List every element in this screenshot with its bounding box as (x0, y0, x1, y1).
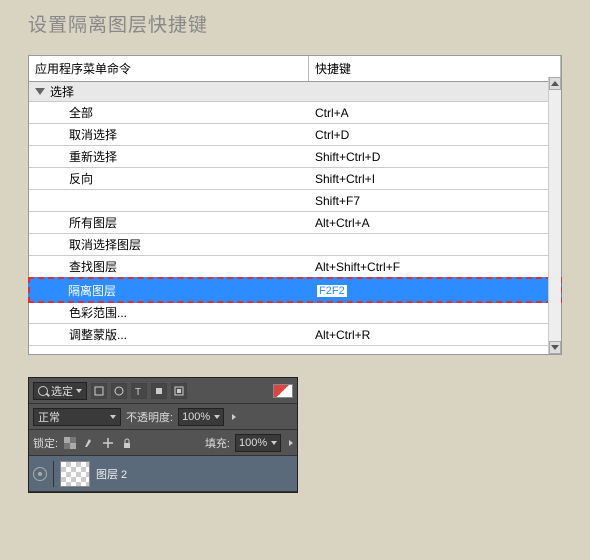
cmd-label: 重新选择 (29, 148, 309, 165)
table-row[interactable]: 反向Shift+Ctrl+I (29, 168, 561, 190)
layers-blend-row: 正常 不透明度: 100% (29, 404, 297, 430)
cmd-label: 反向 (29, 170, 309, 187)
shortcut-table: 应用程序菜单命令 快捷键 选择 全部Ctrl+A 取消选择Ctrl+D 重新选择… (28, 55, 562, 355)
scroll-up-icon[interactable] (549, 77, 561, 90)
cmd-key: Alt+Shift+Ctrl+F (309, 260, 561, 274)
opacity-value: 100% (182, 411, 210, 423)
table-row[interactable]: 调整蒙版...Alt+Ctrl+R (29, 324, 561, 346)
layers-lock-row: 锁定: 填充: 100% (29, 430, 297, 456)
filter-type-icon[interactable]: T (131, 383, 147, 399)
table-row[interactable]: 重新选择Shift+Ctrl+D (29, 146, 561, 168)
layer-thumbnail[interactable] (60, 461, 90, 487)
table-row[interactable]: 取消选择图层 (29, 234, 561, 256)
section-select[interactable]: 选择 (29, 82, 561, 102)
cmd-key-edit: F2 (310, 283, 560, 297)
cmd-key: Shift+Ctrl+I (309, 172, 561, 186)
filter-adjust-icon[interactable] (111, 383, 127, 399)
header-shortcut: 快捷键 (309, 56, 561, 81)
dialog-title: 设置隔离图层快捷键 (0, 0, 590, 55)
scroll-down-icon[interactable] (549, 341, 561, 354)
lock-transparency-icon[interactable] (63, 436, 77, 450)
cmd-label: 调整蒙版... (29, 326, 309, 343)
collapse-icon (35, 88, 45, 95)
fill-label: 填充: (205, 435, 230, 451)
lock-move-icon[interactable] (101, 436, 115, 450)
layer-row[interactable]: 图层 2 (29, 456, 297, 492)
lock-paint-icon[interactable] (82, 436, 96, 450)
cmd-label: 取消选择图层 (29, 236, 309, 253)
table-row[interactable]: 全部Ctrl+A (29, 102, 561, 124)
header-command: 应用程序菜单命令 (29, 56, 309, 81)
chevron-down-icon (110, 415, 116, 419)
cmd-key: Alt+Ctrl+A (309, 216, 561, 230)
table-row[interactable]: 所有图层Alt+Ctrl+A (29, 212, 561, 234)
filter-label: 选定 (51, 383, 73, 399)
cmd-label: 全部 (29, 104, 309, 121)
cmd-label: 隔离图层 (30, 282, 310, 299)
table-row[interactable]: 色彩范围... (29, 302, 561, 324)
table-header: 应用程序菜单命令 快捷键 (29, 56, 561, 82)
cmd-label: 取消选择 (29, 126, 309, 143)
scrollbar[interactable] (548, 77, 561, 354)
scrubby-icon[interactable] (289, 440, 293, 446)
cmd-label: 查找图层 (29, 258, 309, 275)
cmd-key: Ctrl+A (309, 106, 561, 120)
layers-panel: 选定 T 正常 不透明度: 100% 锁定: 填充: 100% (28, 377, 298, 493)
filter-pixel-icon[interactable] (91, 383, 107, 399)
visibility-icon[interactable] (33, 467, 47, 481)
cmd-label: 所有图层 (29, 214, 309, 231)
shortcut-input[interactable]: F2 (316, 284, 348, 298)
blend-label: 正常 (38, 409, 60, 425)
cmd-key: Ctrl+D (309, 128, 561, 142)
chevron-down-icon (76, 389, 82, 393)
filter-smart-icon[interactable] (171, 383, 187, 399)
opacity-label: 不透明度: (126, 409, 173, 425)
layers-filter-row: 选定 T (29, 378, 297, 404)
lock-all-icon[interactable] (120, 436, 134, 450)
filter-type-dropdown[interactable]: 选定 (33, 382, 87, 400)
scrubby-icon[interactable] (232, 414, 236, 420)
chevron-down-icon (271, 441, 277, 445)
opacity-input[interactable]: 100% (178, 408, 224, 426)
cmd-key: Shift+F7 (309, 194, 561, 208)
table-row[interactable]: Shift+F7 (29, 190, 561, 212)
search-icon (38, 386, 48, 396)
table-row[interactable]: 取消选择Ctrl+D (29, 124, 561, 146)
fill-input[interactable]: 100% (235, 434, 281, 452)
filter-toggle[interactable] (273, 384, 293, 398)
filter-shape-icon[interactable] (151, 383, 167, 399)
svg-text:T: T (135, 387, 141, 396)
table-row[interactable]: 查找图层Alt+Shift+Ctrl+F (29, 256, 561, 278)
layer-name[interactable]: 图层 2 (96, 466, 127, 482)
cmd-key: Alt+Ctrl+R (309, 328, 561, 342)
chevron-down-icon (214, 415, 220, 419)
table-row-selected[interactable]: 隔离图层 F2 (28, 277, 562, 303)
cmd-key: Shift+Ctrl+D (309, 150, 561, 164)
section-label: 选择 (50, 83, 74, 100)
cmd-label: 色彩范围... (29, 304, 309, 321)
fill-value: 100% (239, 437, 267, 449)
lock-label: 锁定: (33, 435, 58, 451)
blend-mode-dropdown[interactable]: 正常 (33, 408, 121, 426)
